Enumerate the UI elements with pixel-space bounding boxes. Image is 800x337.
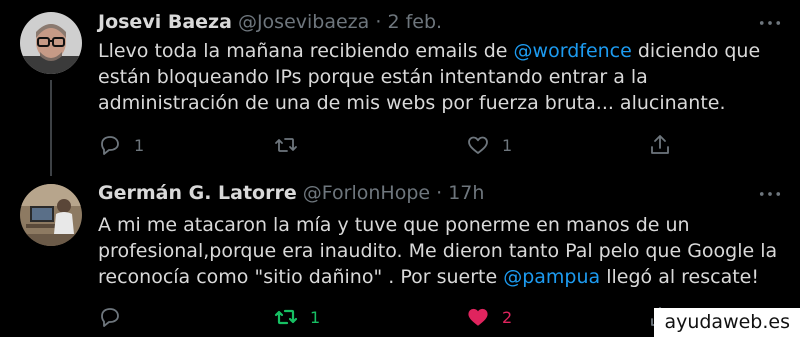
reply-count: 1 (134, 135, 145, 155)
avatar[interactable] (20, 12, 82, 74)
timestamp[interactable]: 2 feb. (387, 11, 442, 33)
author-name[interactable]: Germán G. Latorre (98, 182, 297, 204)
separator: · (375, 11, 382, 33)
like-button[interactable]: 2 (466, 303, 512, 331)
thread-line (50, 80, 52, 176)
like-icon (468, 136, 488, 154)
reply-icon (101, 308, 119, 327)
tweet-text-part: Llevo toda la mañana recibiendo emails d… (98, 40, 514, 62)
tweet-header: Josevi Baeza @Josevibaeza · 2 feb. (98, 11, 442, 33)
tweet-text: A mi me atacaron la mía y tuve que poner… (98, 212, 778, 290)
timestamp[interactable]: 17h (448, 182, 484, 204)
retweet-icon (274, 309, 298, 325)
retweet-icon (275, 138, 297, 152)
author-handle[interactable]: @Josevibaeza (238, 11, 369, 33)
tweet-text: Llevo toda la mañana recibiendo emails d… (98, 38, 778, 116)
retweet-button[interactable] (274, 131, 310, 159)
retweet-button[interactable]: 1 (274, 303, 320, 331)
tweet-actions: 1 1 (98, 131, 698, 159)
like-count: 1 (502, 135, 513, 155)
author-name[interactable]: Josevi Baeza (98, 11, 232, 33)
more-icon[interactable] (758, 13, 782, 33)
reply-button[interactable] (98, 303, 134, 331)
tweet-header: Germán G. Latorre @ForlonHope · 17h (98, 182, 484, 204)
mention-link[interactable]: @wordfence (514, 40, 632, 62)
share-button[interactable] (648, 131, 672, 159)
author-handle[interactable]: @ForlonHope (303, 182, 430, 204)
reply-icon (101, 136, 119, 155)
more-icon[interactable] (758, 184, 782, 204)
like-icon (468, 308, 488, 326)
reply-button[interactable]: 1 (98, 131, 144, 159)
share-icon (651, 135, 669, 154)
like-count: 2 (502, 307, 513, 327)
separator: · (436, 182, 443, 204)
tweet-actions: 1 2 (98, 303, 698, 331)
tweet[interactable]: Josevi Baeza @Josevibaeza · 2 feb. Llevo… (0, 0, 800, 176)
tweet-text-part: llegó al rescate! (600, 266, 759, 288)
watermark: ayudaweb.es (654, 308, 800, 337)
avatar[interactable] (20, 184, 82, 246)
retweet-count: 1 (310, 307, 321, 327)
mention-link[interactable]: @pampua (503, 266, 600, 288)
like-button[interactable]: 1 (466, 131, 512, 159)
